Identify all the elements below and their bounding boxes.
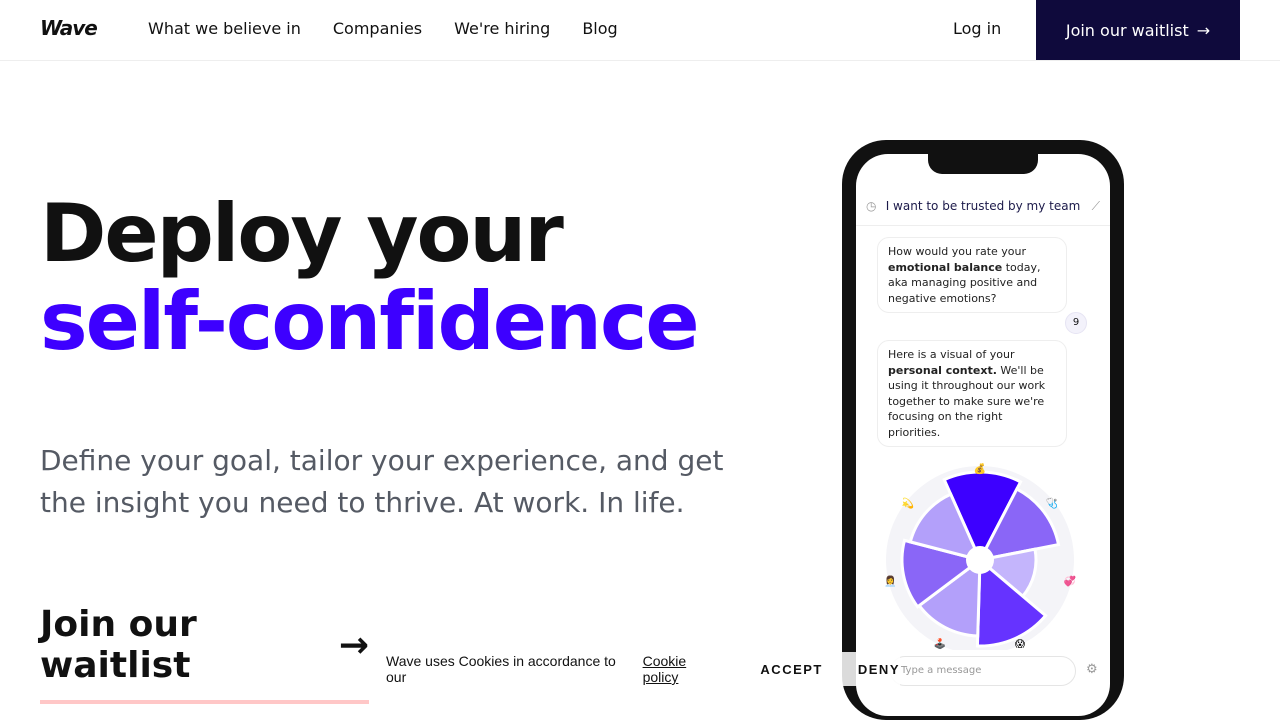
- cta-label: Join our waitlist: [1065, 20, 1189, 40]
- wheel-emoji: 🩺: [1046, 497, 1058, 510]
- nav-link-beliefs[interactable]: What we believe in: [148, 19, 301, 38]
- join-label: Join our waitlist: [40, 604, 197, 686]
- message-input[interactable]: Type a message: [890, 656, 1076, 686]
- hero-subtitle: Define your goal, tailor your experience…: [40, 444, 724, 519]
- arrow-right-icon: →: [338, 624, 369, 666]
- nav-link-companies[interactable]: Companies: [333, 19, 422, 38]
- cookie-text: Wave uses Cookies in accordance to our: [386, 653, 616, 685]
- clock-icon: ◷: [866, 199, 877, 213]
- wheel-emoji: 💞: [1063, 574, 1076, 587]
- chart-icon: ⟋: [1091, 199, 1100, 213]
- nav-link-blog[interactable]: Blog: [582, 19, 617, 38]
- personal-context-wheel: 💰 🩺 💞 😱 🕹️ 👩‍💼 💫: [884, 462, 1076, 650]
- hero-join-waitlist-link[interactable]: Join our waitlist →: [40, 604, 369, 704]
- chat-header: ◷ I want to be trusted by my team ⟋: [856, 196, 1110, 226]
- deny-cookies-button[interactable]: DENY: [858, 662, 900, 677]
- wheel-emoji: 👩‍💼: [884, 574, 896, 587]
- top-nav: Wave What we believe in Companies We're …: [0, 0, 1280, 61]
- nav-link-hiring[interactable]: We're hiring: [454, 19, 550, 38]
- wheel-emoji: 💰: [974, 462, 986, 475]
- chat-message: How would you rate your emotional balanc…: [877, 237, 1067, 313]
- title-line-2: self-confidence: [40, 275, 700, 368]
- wheel-center: [966, 546, 994, 574]
- hero-title: Deploy your self-confidence: [40, 187, 700, 368]
- arrow-right-icon: →: [1196, 20, 1211, 40]
- join-waitlist-button[interactable]: Join our waitlist →: [1036, 0, 1240, 60]
- chat-reply: 9: [1065, 312, 1087, 334]
- login-link[interactable]: Log in: [953, 19, 1001, 38]
- phone-mockup: ◷ I want to be trusted by my team ⟋ How …: [842, 140, 1124, 720]
- cookie-policy-link[interactable]: Cookie policy: [643, 653, 726, 685]
- wheel-emoji: 💫: [902, 497, 915, 510]
- phone-notch: [928, 154, 1038, 174]
- chat-message: Here is a visual of your personal contex…: [877, 340, 1067, 447]
- wheel-emoji: 🕹️: [934, 637, 946, 650]
- accept-cookies-button[interactable]: ACCEPT: [760, 662, 822, 677]
- wheel-emoji: 😱: [1015, 639, 1026, 650]
- title-line-1: Deploy your: [40, 187, 564, 280]
- chat-goal-title: I want to be trusted by my team: [885, 199, 1081, 213]
- cookie-banner: Wave uses Cookies in accordance to our C…: [370, 652, 900, 686]
- logo[interactable]: Wave: [40, 16, 98, 40]
- settings-icon[interactable]: ⚙: [1086, 662, 1098, 677]
